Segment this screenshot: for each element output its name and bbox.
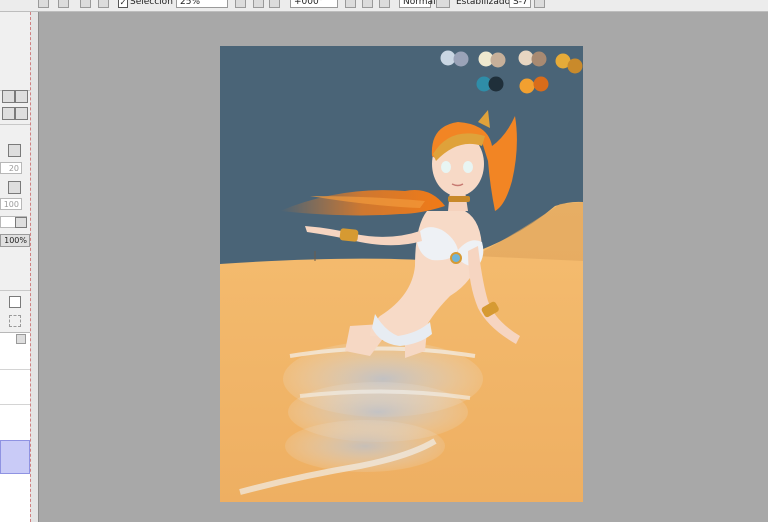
palette-swatch [490, 52, 506, 68]
panel-divider [0, 124, 30, 125]
rotate-left-icon[interactable] [345, 0, 356, 8]
right-eye [463, 161, 473, 173]
palette-swatch [567, 58, 583, 74]
new-layer-icon[interactable] [9, 315, 21, 327]
dropdown-icon[interactable] [8, 181, 21, 194]
zoom-reset-icon[interactable] [269, 0, 280, 8]
palette-swatch [519, 78, 535, 94]
panel-splitter[interactable] [38, 12, 39, 522]
canvas-artwork [220, 46, 583, 502]
deselect-icon[interactable] [80, 0, 91, 8]
left-bracelet [339, 228, 359, 242]
top-toolbar: ✓ Selección 25% +000° Normal Estabilizad… [0, 0, 768, 12]
drawing-canvas[interactable] [220, 46, 583, 502]
selected-layer[interactable] [0, 440, 30, 474]
palette-swatch [518, 50, 534, 66]
gem-brooch [450, 252, 462, 264]
tool-panel: 20 100 100% [0, 12, 30, 522]
choker [448, 196, 470, 202]
invert-selection-icon[interactable] [98, 0, 109, 8]
palette-swatch [533, 76, 549, 92]
selection-label: Selección [130, 0, 173, 7]
scroll-up-icon[interactable] [16, 334, 26, 344]
layer-separator [0, 404, 30, 405]
zoom-field[interactable]: 25% [176, 0, 228, 8]
stabilizer-dropdown-icon[interactable] [534, 0, 545, 8]
square-icon[interactable] [15, 90, 28, 103]
panel-edge [30, 12, 38, 522]
panel-divider [0, 290, 30, 291]
new-canvas-icon[interactable] [38, 0, 49, 8]
density-field[interactable]: 100 [0, 198, 22, 210]
brush-size-field[interactable]: 20 [0, 162, 22, 174]
palette-swatch [488, 76, 504, 92]
left-eye [441, 161, 451, 173]
layer-mode-icon[interactable] [9, 296, 21, 308]
blend-mode-select[interactable]: Normal [399, 0, 436, 8]
rotation-field[interactable]: +000° [290, 0, 338, 8]
add-icon[interactable] [2, 90, 15, 103]
layer-separator [0, 369, 30, 370]
clear-icon[interactable] [58, 0, 69, 8]
zoom-out-icon[interactable] [235, 0, 246, 8]
square-outline-icon[interactable] [15, 107, 28, 120]
stabilizer-label: Estabilizador [456, 0, 514, 7]
rotate-right-icon[interactable] [362, 0, 373, 8]
flip-icon[interactable] [436, 0, 450, 8]
rotate-icon[interactable] [2, 107, 15, 120]
selection-checkbox[interactable]: ✓ [118, 0, 128, 8]
palette-swatch [453, 51, 469, 67]
layer-list[interactable] [0, 332, 30, 522]
dropdown-icon[interactable] [15, 217, 27, 228]
zoom-in-icon[interactable] [253, 0, 264, 8]
palette-swatch [440, 50, 456, 66]
rotate-reset-icon[interactable] [379, 0, 390, 8]
palette-swatch [531, 51, 547, 67]
stabilizer-select[interactable]: S-7 [509, 0, 531, 8]
dropdown-icon[interactable] [8, 144, 21, 157]
opacity-field[interactable]: 100% [0, 234, 30, 247]
